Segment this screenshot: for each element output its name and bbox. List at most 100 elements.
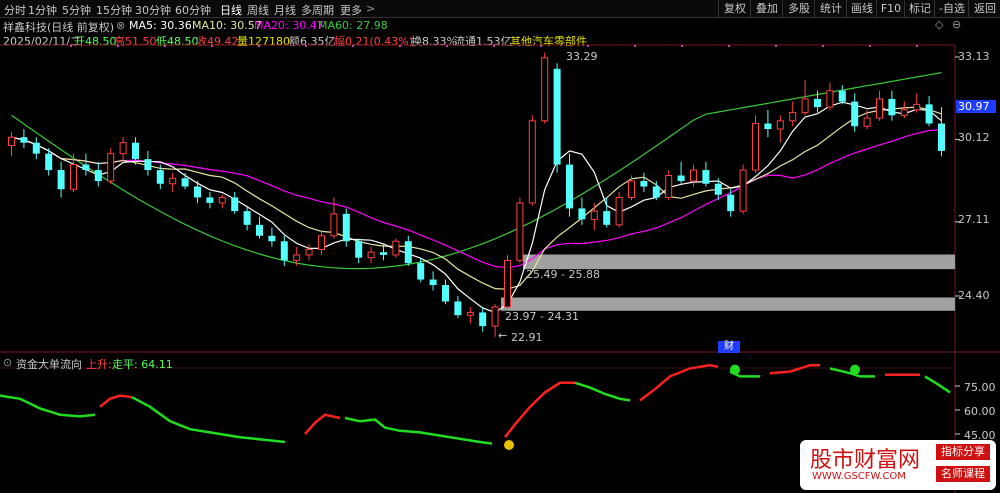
candle-body	[293, 254, 301, 261]
watermark-tag2: 名师课程	[936, 466, 990, 482]
candle-body	[888, 98, 896, 116]
candle-body	[789, 112, 797, 122]
top-dot	[211, 45, 213, 47]
candle-body	[652, 186, 660, 198]
top-dot	[634, 45, 636, 47]
candle-body	[181, 178, 189, 187]
top-dot	[117, 45, 119, 47]
indicator-up-label: 上升:	[86, 358, 112, 371]
candle-body	[851, 101, 859, 127]
indicator-collapse-icon[interactable]: ⊙	[3, 356, 12, 369]
candle-body	[900, 109, 908, 116]
indicator-segment-3	[131, 396, 286, 444]
candle-body	[665, 175, 673, 198]
candle-body	[838, 90, 846, 102]
candle-body	[70, 164, 77, 190]
indicator-flat-label: 走平: 64.11	[112, 358, 173, 371]
candle-body	[466, 311, 474, 316]
ma20-line	[11, 128, 942, 269]
indicator-segment-2	[99, 394, 133, 408]
candle-body	[94, 170, 102, 182]
top-dot	[70, 45, 72, 47]
candle-body	[628, 180, 635, 198]
candle-body	[615, 196, 623, 226]
candle-body	[144, 159, 152, 171]
indicator-segment-4	[304, 413, 341, 435]
zone2-label: 23.97 - 24.31	[505, 310, 579, 323]
candle-body	[380, 252, 387, 255]
indicator-segment-7	[574, 381, 631, 402]
candle-body	[566, 164, 573, 209]
top-dot	[775, 45, 777, 47]
price-tick-4: 24.40	[958, 289, 990, 302]
candle-body	[268, 235, 276, 242]
candle-body	[367, 251, 375, 259]
candle-body	[479, 312, 487, 327]
candle-body	[491, 306, 499, 327]
signal-check-icon	[730, 364, 740, 375]
kline-chart[interactable]	[0, 0, 1000, 493]
candle-body	[280, 241, 288, 261]
watermark-logo: 股市财富网 WWW.GSCFW.COM 指标分享 名师课程	[800, 440, 996, 490]
top-dot	[399, 45, 401, 47]
top-dot	[728, 45, 730, 47]
candle-body	[727, 194, 735, 212]
candle-body	[801, 98, 809, 114]
candle-body	[107, 153, 115, 182]
indicator-tick-2: 60.00	[964, 405, 996, 418]
top-dot	[352, 45, 354, 47]
candle-body	[82, 164, 90, 171]
candle-body	[45, 153, 53, 171]
watermark-tag1: 指标分享	[936, 444, 990, 460]
low-annotation: 22.91	[511, 331, 543, 344]
top-dot	[540, 45, 542, 47]
candle-body	[938, 123, 945, 151]
zone1-label: 25.49 - 25.88	[526, 268, 600, 281]
top-dot	[305, 45, 307, 47]
money-bag-icon	[504, 440, 514, 450]
indicator-name: 资金大单流向	[16, 358, 82, 371]
candle-body	[442, 285, 449, 302]
top-dot	[164, 45, 166, 47]
candle-body	[8, 136, 15, 146]
candle-body	[876, 98, 883, 119]
candle-body	[454, 301, 462, 316]
top-dot	[446, 45, 448, 47]
candle-body	[243, 211, 251, 225]
candle-body	[218, 196, 226, 204]
candle-body	[417, 263, 425, 280]
candle-body	[863, 117, 871, 127]
candle-body	[578, 208, 586, 220]
watermark-url: WWW.GSCFW.COM	[812, 471, 906, 482]
candle-body	[32, 142, 40, 154]
candle-body	[20, 137, 28, 143]
candle-body	[690, 169, 697, 182]
low-arrow-icon: ←	[498, 329, 508, 342]
candle-body	[528, 120, 536, 204]
top-dot	[869, 45, 871, 47]
candle-body	[603, 211, 611, 225]
candle-body	[677, 175, 685, 182]
indicator-segment-5	[344, 416, 493, 445]
candle-body	[776, 120, 784, 130]
signal-check-icon	[850, 364, 860, 375]
candle-body	[119, 142, 127, 155]
candle-body	[256, 224, 263, 236]
candle-body	[429, 279, 437, 286]
indicator-segment-10	[769, 363, 820, 375]
candle-body	[504, 259, 511, 308]
top-dot	[587, 45, 589, 47]
high-annotation: 33.29	[566, 50, 598, 63]
indicator-segment-6	[504, 381, 575, 438]
candle-body	[826, 90, 834, 108]
top-dot	[493, 45, 495, 47]
candle-body	[231, 197, 239, 212]
finance-marker[interactable]: 财	[718, 341, 740, 353]
candle-body	[404, 241, 412, 264]
indicator-segment-13	[924, 375, 951, 394]
price-tick-2: 30.12	[958, 131, 990, 144]
candle-body	[305, 248, 313, 256]
support-zone-2	[501, 297, 955, 311]
indicator-segment-1	[0, 394, 96, 418]
candle-body	[132, 142, 139, 160]
